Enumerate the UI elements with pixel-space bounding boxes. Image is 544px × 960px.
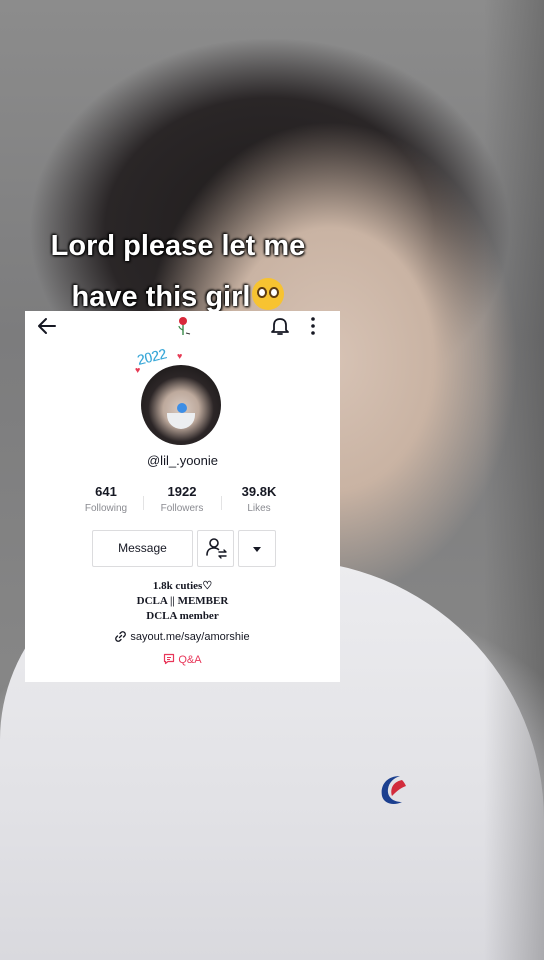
bell-icon[interactable] [271,316,289,336]
qa-icon [164,653,175,665]
stat-label: Followers [160,503,204,514]
chevron-down-icon [253,547,261,552]
pleading-face-emoji-icon [252,278,285,310]
profile-stats: 641 Following 1922 Followers 39.8K Likes [63,484,303,520]
bio-line: DCLA || MEMBER [136,595,229,607]
link-icon [115,631,127,642]
message-button[interactable]: Message [92,530,193,567]
stat-following[interactable]: 641 Following [68,484,144,514]
avatar-container[interactable]: 2022 ♥ ♥ [135,345,229,449]
avatar[interactable] [141,365,221,445]
username: @lil_.yoonie [146,453,218,468]
stat-likes[interactable]: 39.8K Likes [221,484,297,514]
back-arrow-icon[interactable] [37,317,57,335]
profile-top-bar [25,311,340,341]
caption-line-1: Lord please let me [50,230,306,262]
caption-text: have this girl [71,281,251,313]
stat-value: 641 [95,484,117,499]
avatar-flower-icon [177,403,187,413]
stat-followers[interactable]: 1922 Followers [144,484,220,514]
more-vertical-icon[interactable] [308,316,318,336]
stat-label: Following [84,503,128,514]
link-text: sayout.me/say/amorshie [130,631,250,643]
dropdown-button[interactable] [238,530,276,567]
heart-icon: ♥ [177,351,183,361]
rose-icon [178,317,191,335]
stat-value: 1922 [167,484,197,499]
qa-link[interactable]: Q&A [25,653,340,666]
add-friend-button[interactable] [197,530,234,567]
champion-logo-icon [381,776,406,804]
video-shade [484,0,544,960]
avatar-mask [167,413,195,429]
stat-value: 39.8K [241,484,277,499]
profile-card: 2022 ♥ ♥ @lil_.yoonie 641 Following 1922… [25,311,340,682]
stat-label: Likes [247,503,271,514]
bio-line: 1.8k cuties♡ [152,580,213,592]
bio-link[interactable]: sayout.me/say/amorshie [25,631,340,643]
caption-line-2: have this girl [0,278,356,314]
heart-icon: ♥ [135,365,141,375]
bio: 1.8k cuties♡ DCLA || MEMBER DCLA member [25,579,340,624]
add-friend-icon [206,538,227,559]
bio-line: DCLA member [146,610,219,622]
qa-label: Q&A [178,654,202,666]
